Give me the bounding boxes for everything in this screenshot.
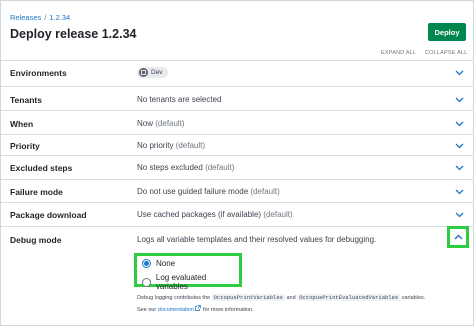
chevron-down-icon[interactable] — [454, 187, 464, 197]
help-text: Debug logging contributes the — [137, 295, 211, 301]
section-tenants[interactable]: Tenants No tenants are selected — [1, 86, 474, 110]
section-value: No steps excluded (default) — [137, 163, 234, 172]
section-label: When — [10, 119, 34, 129]
section-value-text: Use cached packages (if available) — [137, 210, 262, 219]
help-text: variables. — [401, 295, 426, 301]
section-failure-mode[interactable]: Failure mode Do not use guided failure m… — [1, 179, 474, 202]
section-value: No priority (default) — [137, 141, 205, 150]
deploy-button[interactable]: Deploy — [428, 23, 466, 41]
radio-button[interactable] — [142, 259, 151, 268]
breadcrumb-version-link[interactable]: 1.2.34 — [49, 13, 70, 22]
chevron-down-icon[interactable] — [454, 95, 464, 105]
section-label: Package download — [10, 210, 87, 220]
section-value: Do not use guided failure mode (default) — [137, 187, 280, 196]
external-link-icon[interactable] — [195, 305, 202, 311]
chevron-down-icon[interactable] — [454, 68, 464, 78]
section-label: Tenants — [10, 95, 42, 105]
chevron-down-icon[interactable] — [454, 119, 464, 129]
section-package-download[interactable]: Package download Use cached packages (if… — [1, 202, 474, 226]
code-variable: OctopusPrintVariables — [211, 294, 285, 301]
environment-chip-wrap: Dev — [137, 67, 168, 78]
section-label: Priority — [10, 141, 40, 151]
section-excluded-steps[interactable]: Excluded steps No steps excluded (defaul… — [1, 155, 474, 179]
radio-option-log-evaluated-variables[interactable]: Log evaluated variables — [142, 273, 239, 291]
section-value: No tenants are selected — [137, 95, 222, 104]
default-note: (default) — [155, 119, 185, 128]
help-text: See our — [137, 307, 157, 313]
default-note: (default) — [205, 163, 235, 172]
radio-label: None — [156, 259, 176, 268]
section-value-text: Do not use guided failure mode — [137, 187, 249, 196]
section-label: Failure mode — [10, 187, 63, 197]
deploy-release-panel: Releases/1.2.34 Deploy release 1.2.34 De… — [0, 0, 474, 326]
section-label: Excluded steps — [10, 163, 73, 173]
environment-icon — [139, 68, 148, 77]
radio-label: Log evaluated variables — [155, 273, 207, 291]
collapse-debug-mode-button[interactable] — [447, 226, 469, 248]
section-label: Debug mode — [10, 235, 62, 245]
section-value-text: No steps excluded — [137, 163, 203, 172]
expand-all-button[interactable]: EXPAND ALL — [381, 50, 416, 56]
radio-button[interactable] — [142, 277, 151, 287]
code-variable: OctopusPrintEvaluatedVariables — [297, 294, 401, 301]
section-when[interactable]: When Now (default) — [1, 110, 474, 134]
environment-chip-label: Dev — [151, 69, 163, 76]
debug-help-text-2: See our documentation for more informati… — [137, 305, 254, 313]
default-note: (default) — [175, 141, 206, 150]
section-value: Logs all variable templates and their re… — [137, 235, 377, 244]
collapse-all-button[interactable]: COLLAPSE ALL — [425, 50, 467, 56]
chevron-down-icon[interactable] — [454, 141, 464, 151]
help-text: and — [286, 295, 296, 301]
section-value-text: No priority — [137, 141, 174, 150]
section-value-text: Now — [137, 119, 154, 128]
section-value: Now (default) — [137, 119, 185, 128]
breadcrumb: Releases/1.2.34 — [10, 13, 70, 22]
radio-option-none[interactable]: None — [142, 259, 175, 268]
section-environments[interactable]: Environments Dev — [1, 60, 474, 86]
section-priority[interactable]: Priority No priority (default) — [1, 134, 474, 155]
environment-chip: Dev — [137, 67, 168, 78]
debug-help-text: Debug logging contributes the OctopusPri… — [137, 294, 425, 301]
default-note: (default) — [263, 210, 293, 219]
section-label: Environments — [10, 68, 67, 78]
page-title: Deploy release 1.2.34 — [10, 27, 137, 41]
chevron-down-icon[interactable] — [454, 210, 464, 220]
chevron-down-icon[interactable] — [454, 163, 464, 173]
section-value: Use cached packages (if available) (defa… — [137, 210, 293, 219]
default-note: (default) — [250, 187, 280, 196]
breadcrumb-releases-link[interactable]: Releases — [10, 13, 41, 22]
documentation-link[interactable]: documentation — [158, 307, 194, 313]
breadcrumb-separator: / — [44, 13, 47, 22]
help-text: for more information. — [202, 307, 254, 313]
debug-mode-radio-group: None Log evaluated variables — [134, 253, 242, 291]
chevron-up-icon — [454, 234, 462, 240]
